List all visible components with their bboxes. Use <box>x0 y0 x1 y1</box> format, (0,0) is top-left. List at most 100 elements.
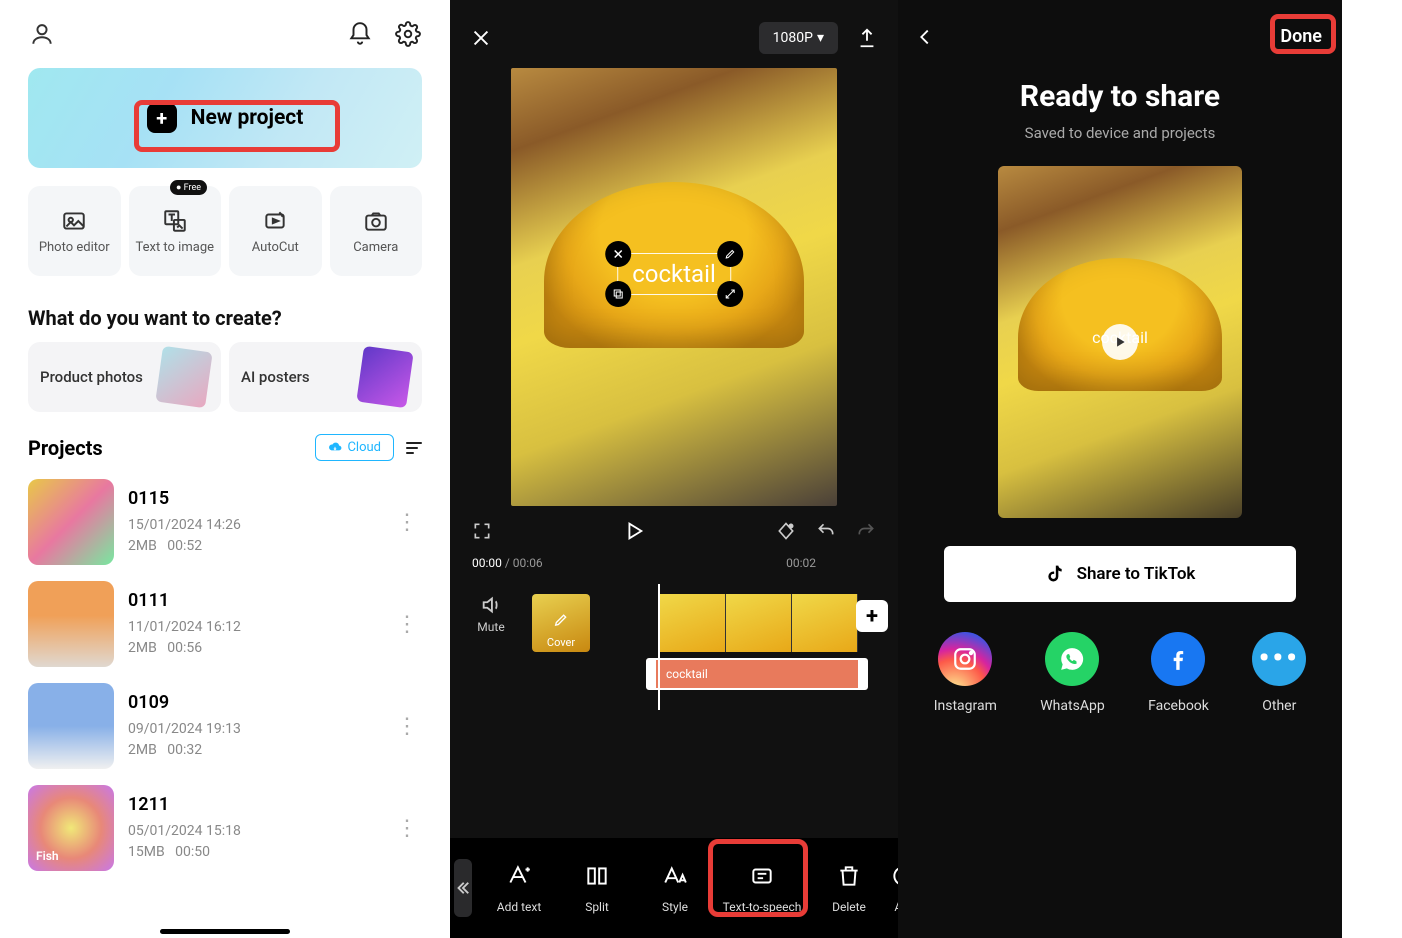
more-icon[interactable]: ⋮ <box>392 510 422 535</box>
share-preview[interactable]: cocktail <box>998 166 1242 518</box>
project-item[interactable]: Fish 1211 05/01/2024 15:1815MB 00:50 ⋮ <box>0 777 450 879</box>
timeline-clips[interactable] <box>660 594 858 652</box>
cover-button[interactable]: Cover <box>532 594 590 652</box>
tool-label: Text to image <box>135 241 214 255</box>
video-preview[interactable]: cocktail <box>511 68 837 506</box>
home-screen: + New project Photo editor ● Free Text t… <box>0 0 450 938</box>
text-clip[interactable]: cocktail <box>646 658 868 690</box>
share-label: WhatsApp <box>1040 698 1104 714</box>
more-icon[interactable]: ⋮ <box>392 714 422 739</box>
text-overlay-label: cocktail <box>632 260 716 288</box>
home-header <box>0 0 450 60</box>
create-card-ai-posters[interactable]: AI posters <box>229 342 422 412</box>
chevron-down-icon: ▾ <box>817 30 824 46</box>
keyframe-icon[interactable] <box>776 521 796 541</box>
mute-button[interactable]: Mute <box>462 594 520 652</box>
settings-icon[interactable] <box>394 20 422 48</box>
tool-text-to-image[interactable]: ● Free Text to image <box>129 186 222 276</box>
tool-style[interactable]: Style <box>636 856 714 920</box>
player-controls <box>450 506 898 556</box>
text-to-image-icon <box>161 207 189 235</box>
play-icon[interactable] <box>623 520 645 542</box>
tool-label: Camera <box>353 241 398 255</box>
delete-text-icon[interactable] <box>605 241 631 267</box>
tool-text-to-speech[interactable]: Text-to-speech <box>714 856 810 920</box>
project-thumb <box>28 683 114 769</box>
export-icon[interactable] <box>856 27 878 49</box>
clip-frame[interactable] <box>792 594 858 652</box>
timeline-tick: 00:02 <box>786 556 816 570</box>
tool-split[interactable]: Split <box>558 856 636 920</box>
back-icon[interactable] <box>914 26 936 48</box>
project-meta: 15/01/2024 14:262MB 00:52 <box>128 515 378 557</box>
bell-icon[interactable] <box>346 20 374 48</box>
clip-handle-left[interactable] <box>646 660 656 688</box>
add-clip-button[interactable]: + <box>856 600 888 632</box>
undo-icon[interactable] <box>816 521 836 541</box>
projects-title: Projects <box>28 436 103 460</box>
done-button[interactable]: Done <box>1276 22 1326 51</box>
sort-icon[interactable] <box>406 442 422 454</box>
fullscreen-icon[interactable] <box>472 521 492 541</box>
text-clip-label: cocktail <box>666 667 708 681</box>
tiktok-label: Share to TikTok <box>1077 564 1196 584</box>
project-item[interactable]: 0109 09/01/2024 19:132MB 00:32 ⋮ <box>0 675 450 777</box>
tiktok-icon <box>1045 564 1065 584</box>
autocut-icon <box>261 207 289 235</box>
photo-editor-icon <box>60 207 88 235</box>
timeline[interactable]: Mute Cover + cocktail <box>450 580 898 720</box>
redo-icon[interactable] <box>856 521 876 541</box>
close-icon[interactable] <box>470 27 492 49</box>
project-name: 0111 <box>128 590 378 611</box>
clip-frame[interactable] <box>660 594 726 652</box>
project-meta: 11/01/2024 16:122MB 00:56 <box>128 617 378 659</box>
project-meta: 05/01/2024 15:1815MB 00:50 <box>128 821 378 863</box>
play-icon[interactable] <box>1102 324 1138 360</box>
cloud-button[interactable]: Cloud <box>315 434 394 461</box>
profile-icon[interactable] <box>28 20 56 48</box>
instagram-icon <box>938 632 992 686</box>
share-label: Instagram <box>934 698 997 714</box>
tool-autocut[interactable]: AutoCut <box>229 186 322 276</box>
project-item[interactable]: 0111 11/01/2024 16:122MB 00:56 ⋮ <box>0 573 450 675</box>
copy-text-icon[interactable] <box>605 281 631 307</box>
tool-camera[interactable]: Camera <box>330 186 423 276</box>
text-overlay-box[interactable]: cocktail <box>617 253 731 295</box>
tool-photo-editor[interactable]: Photo editor <box>28 186 121 276</box>
resize-text-icon[interactable] <box>717 281 743 307</box>
whatsapp-icon <box>1045 632 1099 686</box>
new-project-button[interactable]: + New project <box>28 68 422 168</box>
toolbar-back-icon[interactable] <box>454 859 472 917</box>
tool-add-text[interactable]: Add text <box>480 856 558 920</box>
project-name: 1211 <box>128 794 378 815</box>
share-screen: Done Ready to share Saved to device and … <box>898 0 1342 938</box>
tool-delete[interactable]: Delete <box>810 856 888 920</box>
split-icon <box>583 862 611 890</box>
share-tiktok-button[interactable]: Share to TikTok <box>944 546 1296 602</box>
share-whatsapp[interactable]: WhatsApp <box>1040 632 1104 714</box>
new-project-label: New project <box>191 106 304 130</box>
clip-frame[interactable] <box>726 594 792 652</box>
cover-thumb: Cover <box>532 594 590 652</box>
project-item[interactable]: 0115 15/01/2024 14:262MB 00:52 ⋮ <box>0 471 450 573</box>
create-row: Product photos AI posters <box>0 342 450 412</box>
tool-label: AutoCut <box>252 241 299 255</box>
more-icon[interactable]: ⋮ <box>392 612 422 637</box>
resolution-button[interactable]: 1080P ▾ <box>759 22 838 54</box>
toolbar-label: Delete <box>832 900 866 914</box>
create-card-product-photos[interactable]: Product photos <box>28 342 221 412</box>
clip-handle-right[interactable] <box>858 660 868 688</box>
create-thumb <box>356 346 413 408</box>
share-instagram[interactable]: Instagram <box>934 632 997 714</box>
edit-text-icon[interactable] <box>717 241 743 267</box>
share-label: Other <box>1262 698 1296 714</box>
share-facebook[interactable]: Facebook <box>1148 632 1209 714</box>
playhead[interactable] <box>658 584 660 710</box>
project-meta: 09/01/2024 19:132MB 00:32 <box>128 719 378 761</box>
project-name: 0115 <box>128 488 378 509</box>
share-other[interactable]: ••• Other <box>1252 632 1306 714</box>
toolbar-label: Style <box>662 900 688 914</box>
more-icon[interactable]: ⋮ <box>392 816 422 841</box>
facebook-icon <box>1151 632 1205 686</box>
toolbar-label: Text-to-speech <box>723 900 802 914</box>
